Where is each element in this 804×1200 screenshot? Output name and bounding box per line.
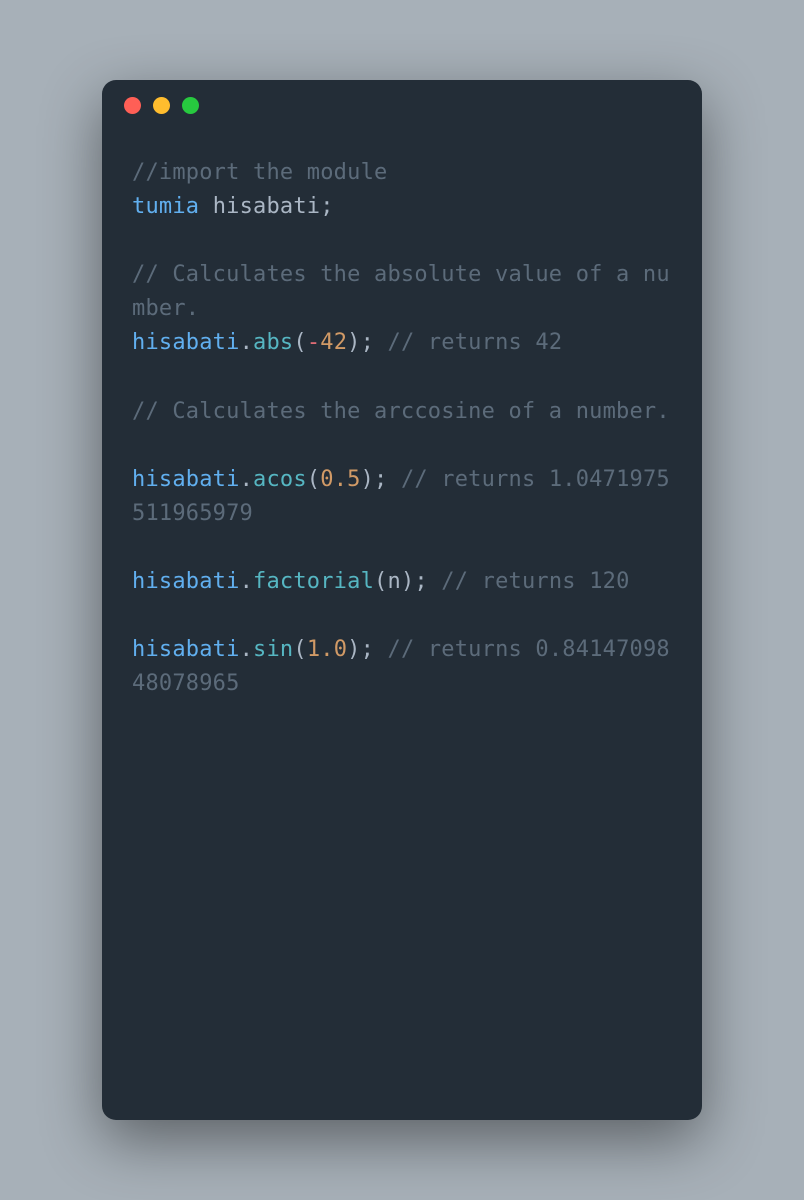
num-42: 42 — [320, 330, 347, 355]
fn-abs: abs — [253, 330, 293, 355]
dot: . — [240, 467, 253, 492]
fn-sin: sin — [253, 637, 293, 662]
minimize-icon[interactable] — [153, 97, 170, 114]
dot: . — [240, 569, 253, 594]
comment-acos: // Calculates the arccosine of a number. — [132, 399, 670, 424]
titlebar — [102, 80, 702, 130]
minus: - — [307, 330, 320, 355]
semicolon: ; — [361, 637, 374, 662]
space — [374, 637, 387, 662]
ident-hisabati: hisabati — [132, 637, 240, 662]
dot: . — [240, 637, 253, 662]
space — [199, 194, 212, 219]
ident-hisabati: hisabati — [132, 330, 240, 355]
lparen: ( — [307, 467, 320, 492]
semicolon: ; — [374, 467, 387, 492]
zoom-icon[interactable] — [182, 97, 199, 114]
lparen: ( — [374, 569, 387, 594]
rparen: ) — [347, 637, 360, 662]
ident-hisabati: hisabati — [213, 194, 321, 219]
code-window: //import the module tumia hisabati; // C… — [102, 80, 702, 1120]
arg-n: n — [387, 569, 400, 594]
ident-hisabati: hisabati — [132, 467, 240, 492]
semicolon: ; — [414, 569, 427, 594]
fn-factorial: factorial — [253, 569, 374, 594]
dot: . — [240, 330, 253, 355]
comment-ret-abs: // returns 42 — [388, 330, 563, 355]
comment-abs: // Calculates the absolute value of a nu… — [132, 262, 670, 321]
comment-ret-factorial: // returns 120 — [441, 569, 629, 594]
num-05: 0.5 — [320, 467, 360, 492]
comment-import: //import the module — [132, 160, 387, 185]
rparen: ) — [347, 330, 360, 355]
code-area[interactable]: //import the module tumia hisabati; // C… — [102, 130, 702, 1120]
rparen: ) — [361, 467, 374, 492]
lparen: ( — [293, 637, 306, 662]
ident-hisabati: hisabati — [132, 569, 240, 594]
num-1: 1.0 — [307, 637, 347, 662]
fn-acos: acos — [253, 467, 307, 492]
lparen: ( — [293, 330, 306, 355]
space — [374, 330, 387, 355]
keyword-tumia: tumia — [132, 194, 199, 219]
semicolon: ; — [361, 330, 374, 355]
semicolon: ; — [320, 194, 333, 219]
space — [388, 467, 401, 492]
rparen: ) — [401, 569, 414, 594]
space — [428, 569, 441, 594]
close-icon[interactable] — [124, 97, 141, 114]
